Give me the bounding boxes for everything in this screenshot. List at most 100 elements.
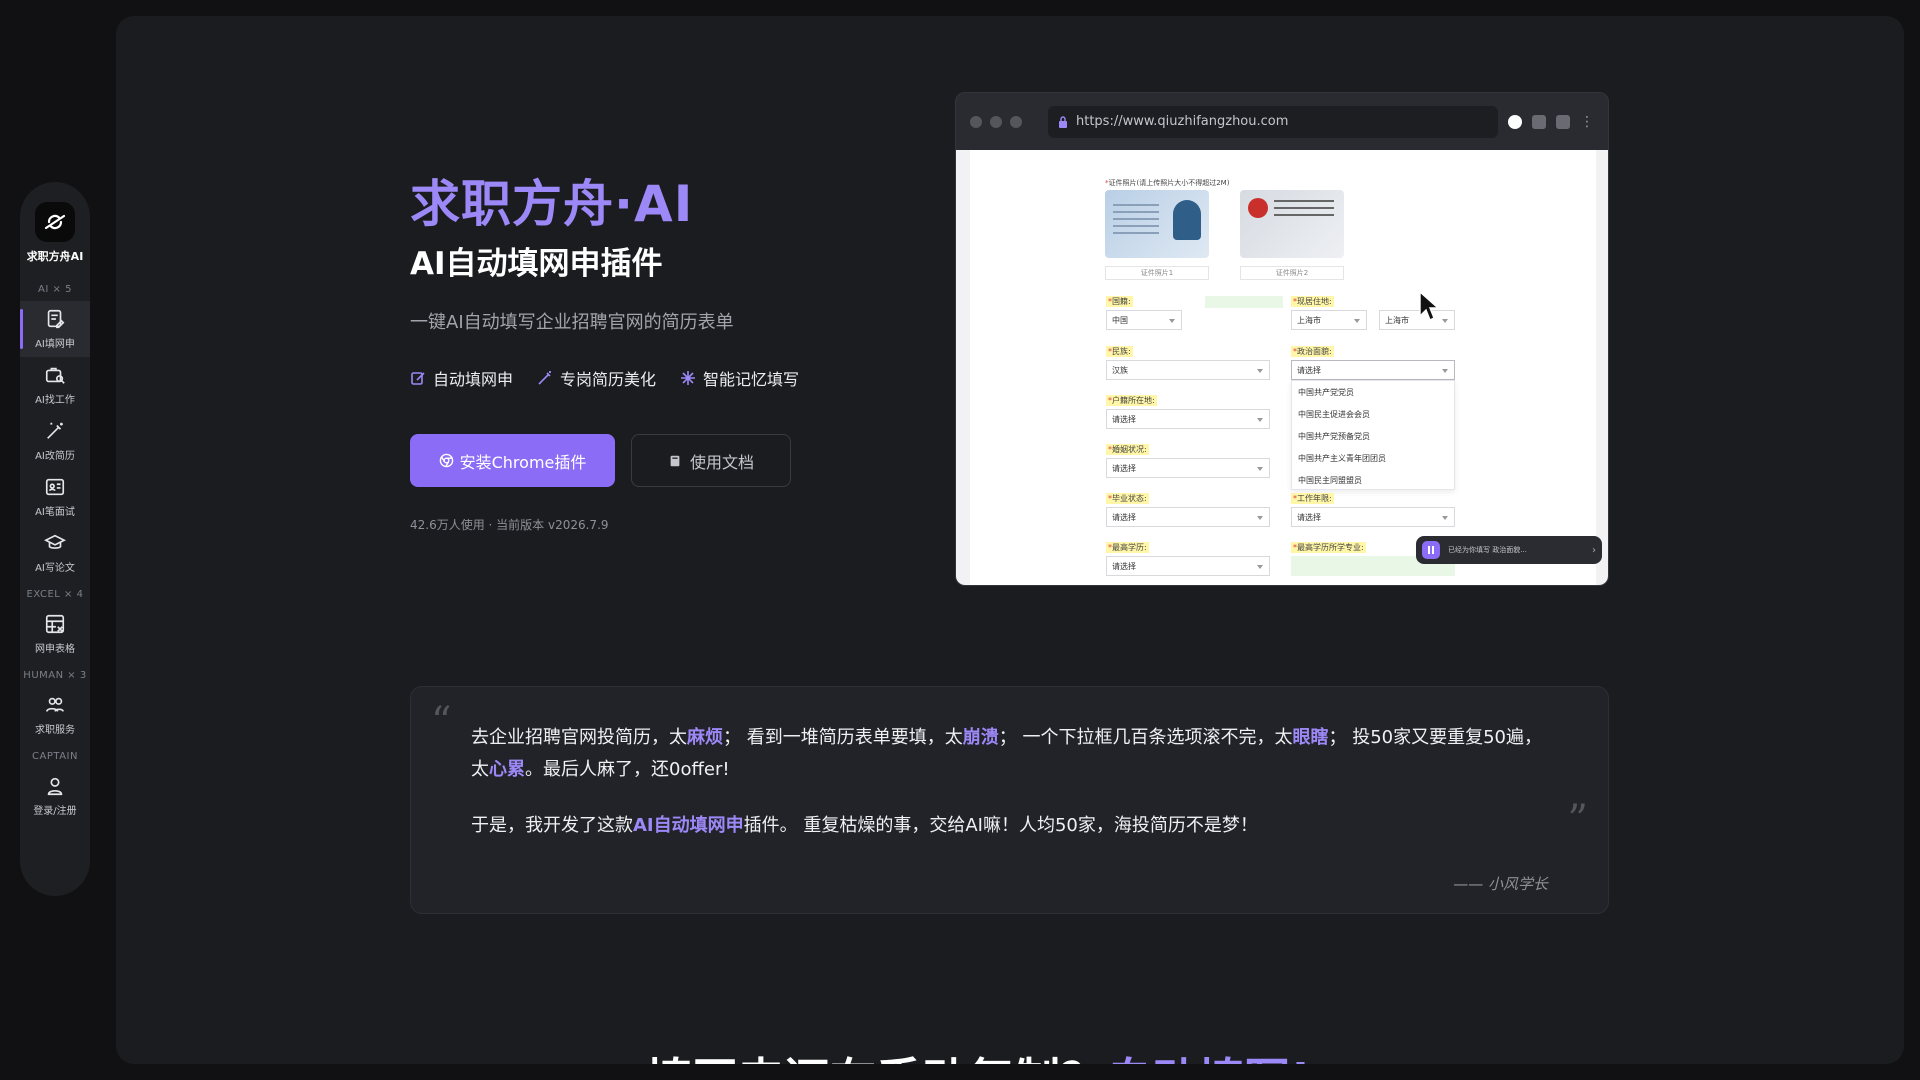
address-bar: https://www.qiuzhifangzhou.com [1048,105,1498,138]
pause-icon[interactable] [1422,541,1440,559]
dropdown-option[interactable]: 中国共产党党员 [1292,381,1454,403]
window-dot-icon [970,115,982,128]
quote-text: 插件。 重复枯燥的事，交给AI嘛！人均50家，海投简历不是梦！ [743,815,1258,836]
marital-label: 婚姻状况: [1106,444,1149,455]
docs-button-label: 使用文档 [689,452,754,472]
teaser-text: 填网申还在手动复制？ [646,1053,1106,1064]
hero-title: 求职方舟·AI [410,175,694,233]
quote-text: 。最后人麻了，还0offer! [525,759,730,780]
kebab-menu-icon: ⋮ [1580,113,1594,130]
feature-label: 智能记忆填写 [703,370,800,389]
education-label: 最高学历: [1106,542,1149,553]
feature-smart-memory: 智能记忆填写 [680,366,799,390]
section-label-ai: AI × 5 [38,284,72,295]
sidebar: 求职方舟AI AI × 5 AI填网申 AI找工作 AI改简历 AI笔面试 AI… [20,182,90,896]
browser-toolbar: https://www.qiuzhifangzhou.com ⋮ [956,93,1608,150]
ethnicity-select[interactable]: 汉族 [1106,360,1270,380]
job-search-icon [45,367,65,384]
section-heading-teaser: 填网申还在手动复制？自动填写! [646,1044,1311,1064]
toast-text: 已经为你填写 政治面貌... [1448,546,1527,554]
spreadsheet-icon [45,614,65,634]
national-emblem-icon [1248,198,1268,218]
sidebar-item-label: AI找工作 [35,395,75,406]
id-text-lines [1113,204,1159,234]
quote-highlight: 心累 [489,759,525,780]
id-card-front [1105,190,1209,258]
quote-line-1: 去企业招聘官网投简历，太麻烦； 看到一堆简历表单要填，太崩溃； 一个下拉框几百条… [471,723,1542,749]
dropdown-option[interactable]: 中国民主促进会会员 [1292,403,1454,425]
sidebar-item-label: AI填网申 [35,339,75,350]
ark-logo-icon [1508,114,1522,129]
sparkle-icon [681,371,696,385]
nationality-select[interactable]: 中国 [1106,310,1182,330]
sidebar-item-ai-fill[interactable]: AI填网申 [20,301,90,357]
install-chrome-button[interactable]: 安装Chrome插件 [410,434,615,487]
url-text: https://www.qiuzhifangzhou.com [1076,114,1289,129]
extension-icon [1532,114,1546,129]
sidebar-item-ai-resume[interactable]: AI改简历 [20,413,90,469]
dropdown-option[interactable]: 中国共产主义青年团团员 [1292,447,1454,469]
magic-wand-icon [47,422,63,439]
puzzle-icon [1556,114,1570,129]
brand-name: 求职方舟AI [26,250,84,263]
marital-select[interactable]: 请选择 [1106,458,1270,478]
quote-text: 去企业招聘官网投简历，太 [471,727,687,748]
sidebar-item-services[interactable]: 求职服务 [20,687,90,743]
magic-wand-icon [538,371,552,385]
install-button-label: 安装Chrome插件 [459,452,587,472]
feature-list: 自动填网申 专岗简历美化 智能记忆填写 [410,366,799,390]
id-card-icon [45,478,65,496]
political-status-dropdown: 中国共产党党员 中国民主促进会会员 中国共产党预备党员 中国共产主义青年团团员 … [1291,380,1455,490]
card2-caption: 证件照片2 [1240,266,1344,280]
quote-author: —— 小风学长 [1453,875,1548,893]
brand[interactable]: 求职方舟AI [26,202,84,264]
sidebar-item-ai-job[interactable]: AI找工作 [20,357,90,413]
political-status-label: 政治面貌: [1291,346,1334,357]
book-icon [670,455,680,466]
political-status-select[interactable]: 请选择 [1291,360,1455,380]
sidebar-item-ai-interview[interactable]: AI笔面试 [20,469,90,525]
feature-auto-fill: 自动填网申 [410,366,513,390]
card1-caption: 证件照片1 [1105,266,1209,280]
docs-button[interactable]: 使用文档 [631,434,791,487]
window-dot-icon [1010,115,1022,128]
quote-close-icon: ” [1567,797,1588,843]
browser-viewport: 证件照片(请上传照片大小不得超过2M) 证件照片1 证件照片2 国籍: 中国 现… [956,150,1608,585]
mouse-cursor-icon [1419,290,1440,321]
section-label-human: HUMAN × 3 [23,670,87,681]
household-select[interactable]: 请选择 [1106,409,1270,429]
major-label: 最高学历所学专业: [1291,542,1366,553]
section-label-excel: EXCEL × 4 [26,589,84,600]
quote-highlight: 崩溃 [962,727,999,748]
quote-line-3: 于是，我开发了这款AI自动填网申插件。 重复枯燥的事，交给AI嘛！人均50家，海… [471,811,1258,837]
sidebar-item-login[interactable]: 登录/注册 [20,768,90,824]
sidebar-item-ai-thesis[interactable]: AI写论文 [20,525,90,581]
form-fill-icon [47,309,65,329]
ethnicity-label: 民族: [1106,346,1133,357]
education-select[interactable]: 请选择 [1106,556,1270,576]
dropdown-option[interactable]: 中国民主同盟盟员 [1292,469,1454,491]
residence-city-select[interactable]: 上海市 [1379,310,1455,330]
work-years-select[interactable]: 请选择 [1291,507,1455,527]
graduation-status-select[interactable]: 请选择 [1106,507,1270,527]
teaser-highlight: 自动填写! [1106,1053,1311,1064]
residence-label: 现居住地: [1291,296,1334,307]
id-back-title [1274,200,1334,216]
residence-province-select[interactable]: 上海市 [1291,310,1367,330]
sidebar-item-label: 登录/注册 [33,806,77,817]
application-form: 证件照片(请上传照片大小不得超过2M) 证件照片1 证件照片2 国籍: 中国 现… [970,150,1602,585]
autofill-toast: 已经为你填写 政治面貌... › [1416,536,1602,564]
sidebar-item-label: AI笔面试 [35,507,75,518]
quote-text: ； 投50家又要重复50遍， [1328,727,1542,748]
quote-highlight: 麻烦 [687,727,723,748]
usage-meta: 42.6万人使用 · 当前版本 v2026.7.9 [410,518,609,532]
sidebar-item-label: AI写论文 [35,563,75,574]
window-dot-icon [990,115,1002,128]
dropdown-option[interactable]: 中国共产党预备党员 [1292,425,1454,447]
browser-extension-icons: ⋮ [1508,113,1594,130]
sidebar-item-sheets[interactable]: 网申表格 [20,606,90,662]
browser-mockup: https://www.qiuzhifangzhou.com ⋮ 证件照片(请上… [955,92,1609,586]
id-card-back [1240,190,1344,258]
quote-highlight: 眼瞎 [1292,727,1329,748]
chevron-right-icon[interactable]: › [1592,545,1596,556]
